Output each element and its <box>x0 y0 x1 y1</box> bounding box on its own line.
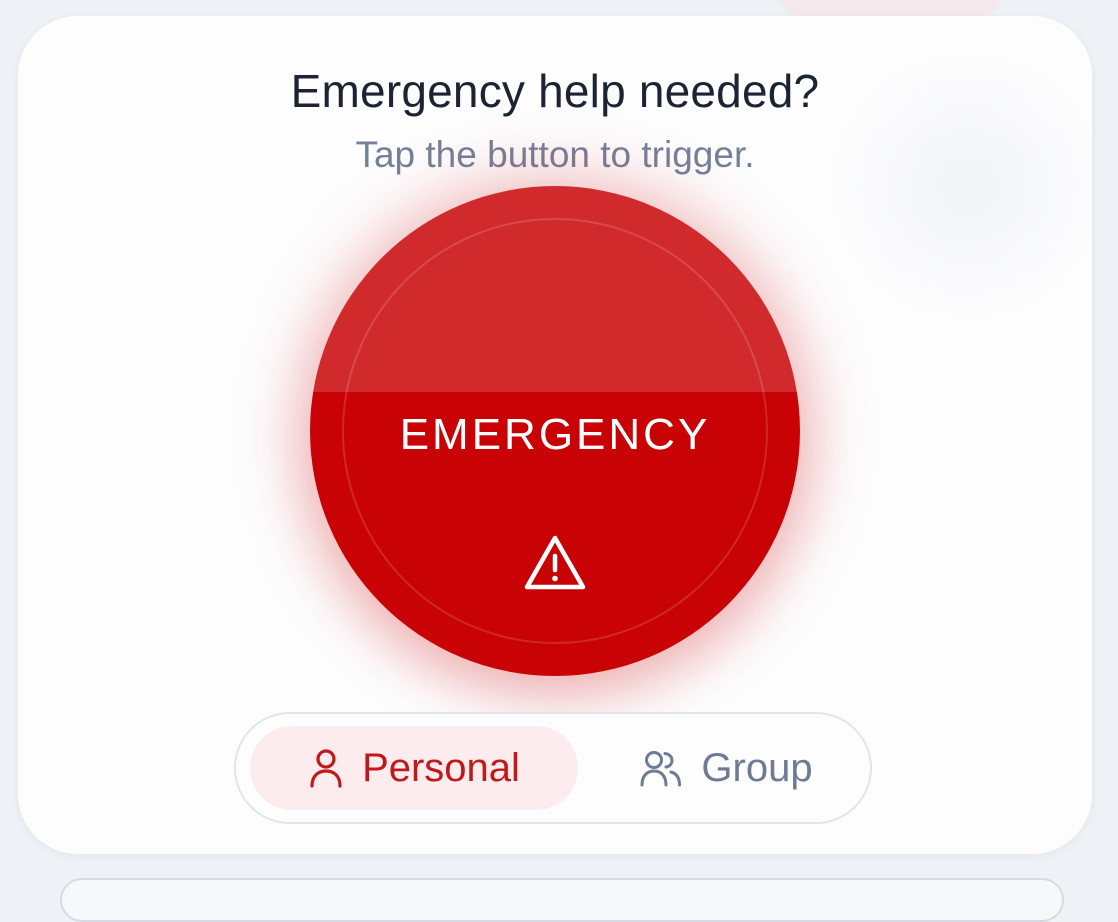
mode-option-label: Personal <box>362 745 520 790</box>
mode-option-personal[interactable]: Personal <box>250 726 578 810</box>
emergency-button[interactable]: EMERGENCY <box>310 186 800 676</box>
emergency-card: Emergency help needed? Tap the button to… <box>18 16 1092 854</box>
page-title: Emergency help needed? <box>290 65 820 117</box>
mode-option-group[interactable]: Group <box>592 726 860 810</box>
page-subtitle: Tap the button to trigger. <box>355 134 755 175</box>
emergency-button-label: EMERGENCY <box>399 410 711 459</box>
user-icon <box>310 749 342 788</box>
warning-triangle-icon <box>524 535 586 590</box>
users-icon <box>640 751 682 787</box>
mode-toggle: Personal Group <box>234 712 872 824</box>
mode-option-label: Group <box>701 745 813 790</box>
